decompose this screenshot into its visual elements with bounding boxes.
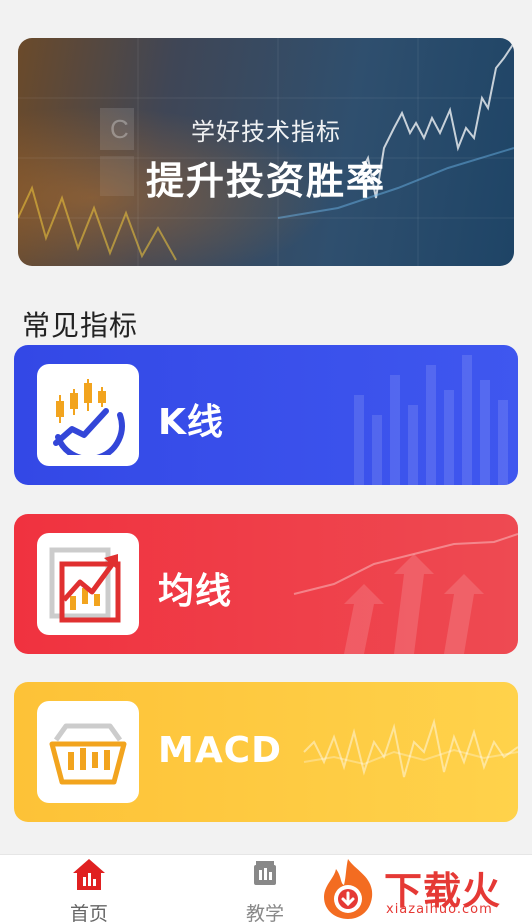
candlestick-icon	[53, 379, 125, 455]
indicator-card-kline[interactable]: K线	[14, 345, 518, 485]
indicator-card-moving-average[interactable]: 均线	[14, 514, 518, 654]
section-title: 常见指标	[22, 309, 139, 342]
tab-home[interactable]: 首页	[44, 855, 134, 924]
watermark-logo: 下载火 xiazaihuo.com	[314, 856, 530, 922]
candlestick-icon-box	[37, 364, 139, 466]
banner-title: 提升投资胜率	[145, 159, 386, 203]
card-label-macd: MACD	[158, 730, 282, 771]
moving-average-icon	[49, 547, 121, 623]
banner-subtitle: 学好技术指标	[191, 118, 341, 146]
teaching-icon	[254, 861, 276, 885]
tab-home-label: 首页	[69, 903, 108, 924]
card-label-moving-average: 均线	[158, 571, 233, 612]
home-icon	[73, 859, 105, 890]
promo-banner[interactable]: C 学好技术指标 提升投资胜率	[18, 38, 514, 266]
macd-icon-box	[37, 701, 139, 803]
moving-average-icon-box	[37, 533, 139, 635]
card-label-kline: K线	[158, 402, 224, 443]
tab-teaching-label: 教学	[245, 903, 284, 924]
watermark-domain: xiazaihuo.com	[386, 902, 493, 917]
macd-basket-icon	[49, 723, 127, 785]
flame-logo-icon	[324, 859, 373, 919]
tab-teaching[interactable]: 教学	[220, 855, 310, 924]
indicator-card-macd[interactable]: MACD	[14, 682, 518, 822]
